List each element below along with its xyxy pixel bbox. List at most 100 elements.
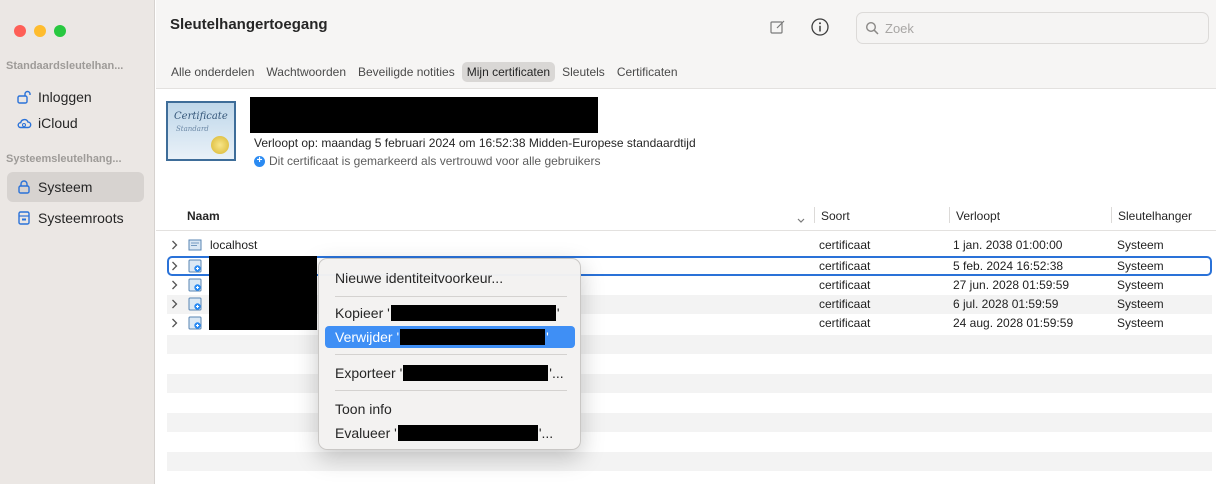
certificate-badge-icon (188, 278, 202, 292)
info-icon[interactable] (810, 17, 830, 37)
tab-wachtwoorden[interactable]: Wachtwoorden (261, 62, 351, 82)
window-controls (14, 25, 66, 37)
chevron-right-icon[interactable] (171, 279, 178, 293)
sidebar-item-label: Systeem (38, 179, 93, 195)
row-keychain: Systeem (1117, 278, 1164, 292)
tab-beveiligde-notities[interactable]: Beveiligde notities (353, 62, 460, 82)
menu-separator (335, 296, 567, 297)
column-header-sleutelhanger[interactable]: Sleutelhanger (1111, 207, 1192, 223)
chevron-right-icon[interactable] (171, 260, 178, 274)
search-input[interactable]: Zoek (856, 12, 1209, 44)
menu-item-label: Evalueer ' (335, 425, 397, 441)
row-keychain: Systeem (1117, 297, 1164, 311)
minimize-button[interactable] (34, 25, 46, 37)
tab-alle-onderdelen[interactable]: Alle onderdelen (166, 62, 259, 82)
row-expires: 6 jul. 2028 01:59:59 (953, 297, 1059, 311)
tab-certificaten[interactable]: Certificaten (612, 62, 683, 82)
menu-item-label: Toon info (335, 401, 392, 417)
chevron-down-icon[interactable] (797, 211, 805, 229)
certificate-image: Certificate Standard (166, 101, 236, 161)
compose-icon[interactable] (768, 17, 788, 37)
row-expires: 24 aug. 2028 01:59:59 (953, 316, 1074, 330)
search-placeholder: Zoek (885, 20, 914, 36)
menu-item-copy[interactable]: Kopieer ' ' (325, 302, 575, 324)
category-tabs: Alle onderdelen Wachtwoorden Beveiligde … (156, 56, 1216, 89)
row-kind: certificaat (819, 316, 871, 330)
sidebar-item-icloud[interactable]: iCloud (7, 108, 144, 138)
trust-text: Dit certificaat is gemarkeerd als vertro… (269, 154, 601, 168)
menu-separator (335, 354, 567, 355)
menu-item-suffix: ' (546, 329, 549, 345)
chevron-right-icon[interactable] (171, 317, 178, 331)
expiry-text: Verloopt op: maandag 5 februari 2024 om … (254, 136, 696, 150)
menu-item-label: Kopieer ' (335, 305, 390, 321)
table-header: Naam Soort Verloopt Sleutelhanger (156, 200, 1216, 231)
unlock-icon (16, 89, 32, 105)
table-row[interactable]: localhost certificaat 1 jan. 2038 01:00:… (167, 236, 1212, 255)
chevron-right-icon[interactable] (171, 298, 178, 312)
row-kind: certificaat (819, 259, 871, 273)
close-button[interactable] (14, 25, 26, 37)
menu-item-new-identity-preference[interactable]: Nieuwe identiteitvoorkeur... (325, 267, 575, 289)
menu-separator (335, 390, 567, 391)
sidebar-item-label: Systeemroots (38, 210, 124, 226)
row-kind: certificaat (819, 297, 871, 311)
chevron-right-icon[interactable] (171, 239, 178, 253)
sidebar-item-label: Inloggen (38, 89, 92, 105)
context-menu: Nieuwe identiteitvoorkeur... Kopieer ' '… (318, 258, 581, 450)
sidebar-item-label: iCloud (38, 115, 78, 131)
redacted-row-names (209, 256, 317, 330)
title-bar: Sleutelhangertoegang Zoek (156, 0, 1216, 56)
redacted-item-name (397, 425, 538, 441)
column-header-soort[interactable]: Soort (814, 207, 850, 223)
seal-icon (211, 136, 229, 154)
row-expires: 5 feb. 2024 16:52:38 (953, 259, 1064, 273)
menu-item-label: Nieuwe identiteitvoorkeur... (335, 270, 504, 286)
trust-status: + Dit certificaat is gemarkeerd als vert… (254, 154, 600, 168)
redacted-item-name (403, 365, 549, 381)
menu-item-delete[interactable]: Verwijder ' ' (325, 326, 575, 348)
menu-item-export[interactable]: Exporteer ' '... (325, 362, 575, 384)
sidebar: Standaardsleutelhan... Inloggen iCloud S… (0, 0, 155, 484)
cloud-icon (16, 115, 32, 131)
certificate-image-title: Certificate (174, 111, 228, 122)
menu-item-label: Verwijder ' (335, 329, 400, 345)
menu-item-suffix: '... (549, 365, 564, 381)
row-keychain: Systeem (1117, 259, 1164, 273)
menu-item-suffix: ' (556, 305, 560, 321)
certificate-detail: Certificate Standard Verloopt op: maanda… (156, 89, 1216, 200)
certificate-badge-icon (188, 259, 202, 273)
row-keychain: Systeem (1117, 316, 1164, 330)
row-expires: 1 jan. 2038 01:00:00 (953, 238, 1063, 252)
cabinet-icon (16, 210, 32, 226)
sidebar-section-system: Systeemsleutelhang... (6, 153, 122, 165)
sidebar-item-systeemroots[interactable]: Systeemroots (7, 203, 144, 233)
tab-mijn-certificaten[interactable]: Mijn certificaten (461, 62, 556, 82)
column-header-verloopt[interactable]: Verloopt (949, 207, 1000, 223)
lock-icon (16, 179, 32, 195)
menu-item-show-info[interactable]: Toon info (325, 398, 575, 420)
menu-item-suffix: '... (538, 425, 554, 441)
certificate-icon (188, 238, 202, 252)
column-header-naam[interactable]: Naam (187, 209, 220, 223)
zoom-button[interactable] (54, 25, 66, 37)
row-name: localhost (210, 238, 258, 252)
row-keychain: Systeem (1117, 238, 1164, 252)
sidebar-item-systeem[interactable]: Systeem (7, 172, 144, 202)
redacted-certificate-name (250, 97, 598, 133)
row-expires: 27 jun. 2028 01:59:59 (953, 278, 1070, 292)
certificate-badge-icon (188, 316, 202, 330)
sidebar-section-default: Standaardsleutelhan... (6, 60, 124, 72)
certificate-badge-icon (188, 297, 202, 311)
plus-circle-icon: + (254, 155, 265, 167)
row-kind: certificaat (819, 278, 871, 292)
redacted-item-name (400, 329, 546, 345)
certificate-image-subtitle: Standard (176, 125, 209, 133)
row-kind: certificaat (819, 238, 871, 252)
redacted-item-name (390, 305, 556, 321)
menu-item-label: Exporteer ' (335, 365, 403, 381)
search-icon (865, 21, 879, 35)
menu-item-evaluate[interactable]: Evalueer ' '... (325, 422, 575, 444)
window-title: Sleutelhangertoegang (170, 16, 328, 33)
tab-sleutels[interactable]: Sleutels (557, 62, 610, 82)
